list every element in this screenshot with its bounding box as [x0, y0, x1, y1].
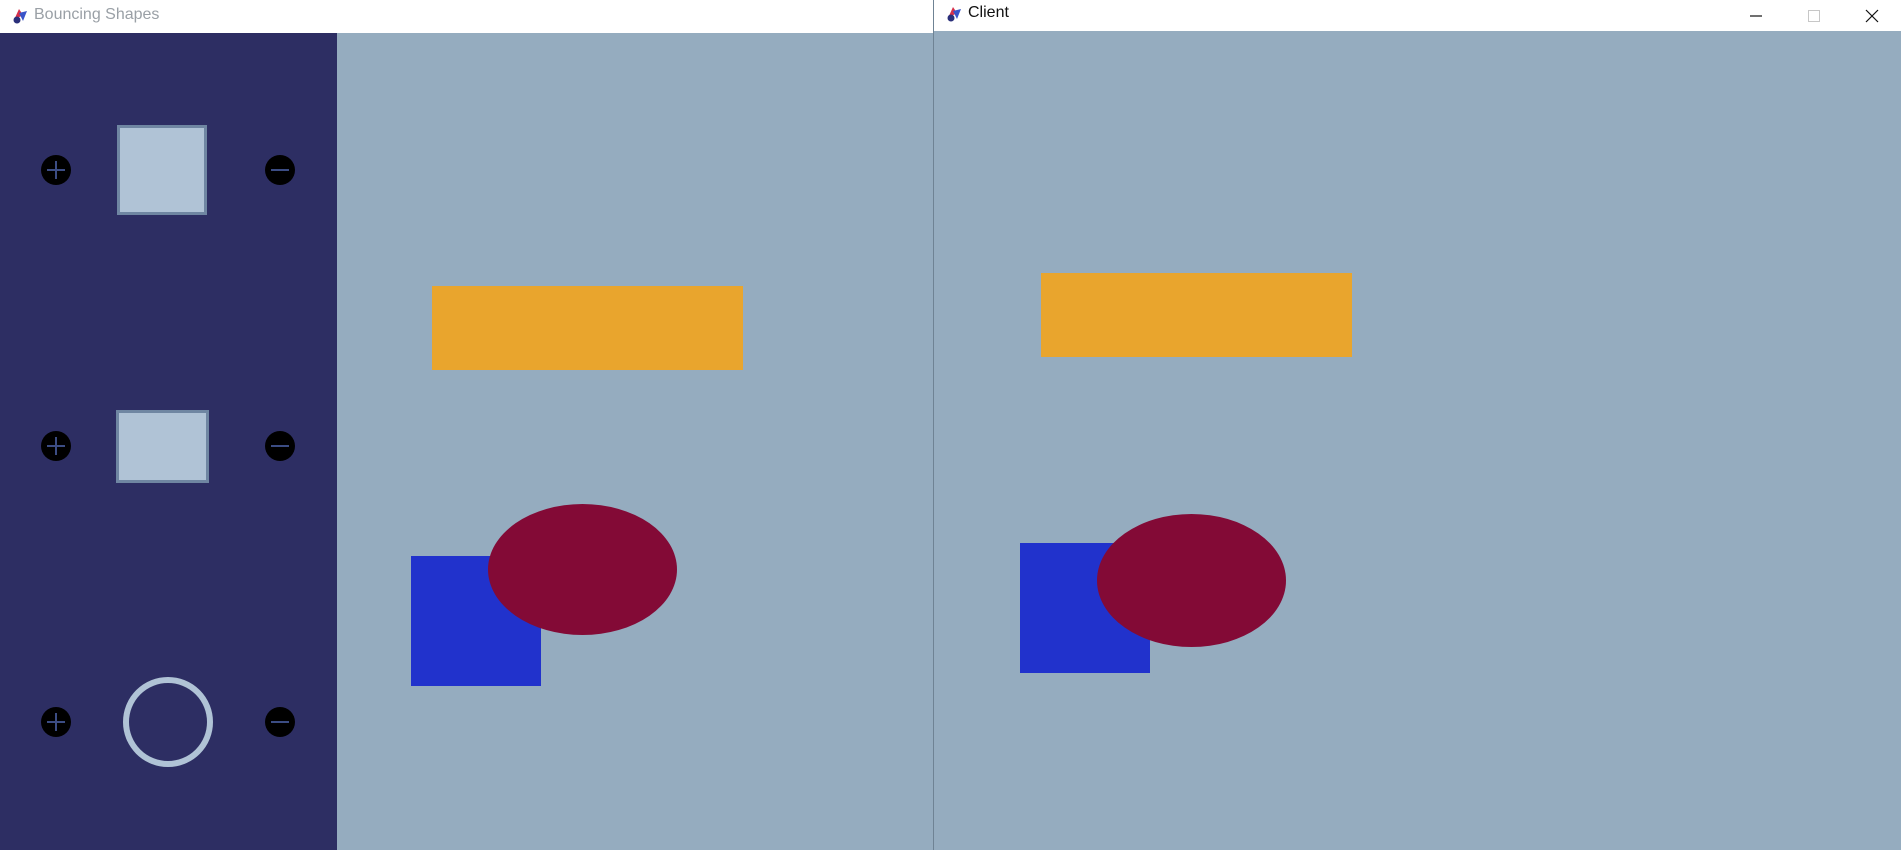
plus-icon	[47, 437, 65, 455]
bouncing-ellipse	[488, 504, 677, 635]
minimize-button[interactable]	[1727, 0, 1785, 31]
client-canvas	[934, 31, 1901, 850]
close-button[interactable]	[1843, 0, 1901, 31]
client-window: Client	[933, 0, 1901, 850]
remove-circle-button[interactable]	[265, 707, 295, 737]
shape-control-sidebar	[0, 33, 337, 850]
app-icon	[947, 7, 961, 22]
remove-rectangle-button[interactable]	[265, 431, 295, 461]
minimize-icon	[1750, 14, 1762, 17]
remove-square-button[interactable]	[265, 155, 295, 185]
rectangle-preview	[116, 410, 209, 483]
window-title: Client	[968, 4, 1009, 21]
add-square-button[interactable]	[41, 155, 71, 185]
circle-preview	[123, 677, 213, 767]
plus-icon	[47, 713, 65, 731]
bouncing-rectangle	[432, 286, 743, 370]
maximize-icon	[1808, 9, 1820, 22]
plus-icon	[47, 161, 65, 179]
window-title: Bouncing Shapes	[34, 6, 160, 23]
add-circle-button[interactable]	[41, 707, 71, 737]
title-bar[interactable]: Bouncing Shapes	[0, 0, 933, 33]
bouncing-ellipse	[1097, 514, 1286, 647]
minus-icon	[271, 445, 289, 447]
main-area	[0, 33, 933, 850]
bouncing-rectangle	[1041, 273, 1352, 357]
minus-icon	[271, 721, 289, 723]
title-bar[interactable]: Client	[934, 0, 1901, 31]
minus-icon	[271, 169, 289, 171]
maximize-button[interactable]	[1785, 0, 1843, 31]
add-rectangle-button[interactable]	[41, 431, 71, 461]
bouncing-shapes-window: Bouncing Shapes	[0, 0, 933, 850]
square-preview	[117, 125, 207, 215]
close-icon	[1865, 9, 1879, 22]
app-icon	[13, 9, 27, 24]
